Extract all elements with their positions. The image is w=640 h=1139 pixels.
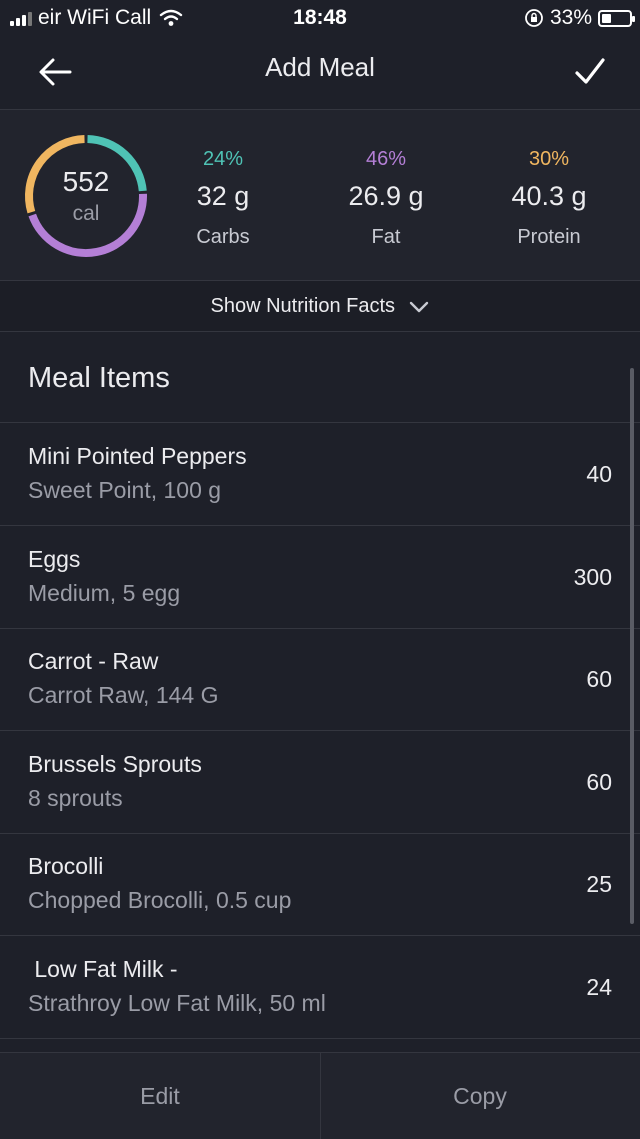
edit-button[interactable]: Edit — [0, 1053, 320, 1139]
checkmark-icon[interactable] — [572, 54, 608, 90]
item-detail: Sweet Point, 100 g — [28, 477, 222, 503]
fat-percent: 46% — [365, 148, 407, 170]
list-item[interactable]: Carrot - Raw Carrot Raw, 144 G 60 — [0, 628, 640, 731]
orientation-lock-icon — [525, 9, 543, 27]
item-calories: 60 — [586, 666, 612, 692]
list-item[interactable]: Eggs Medium, 5 egg 300 — [0, 526, 640, 629]
meal-items-heading: Meal Items — [28, 362, 170, 394]
list-item[interactable]: Brussels Sprouts 8 sprouts 60 — [0, 731, 640, 834]
carbs-value: 32 g — [196, 181, 250, 211]
item-name: Mini Pointed Peppers — [28, 443, 247, 469]
item-name: Carrot - Raw — [28, 648, 159, 674]
calorie-unit: cal — [72, 202, 100, 225]
item-calories: 300 — [573, 564, 612, 590]
item-calories: 25 — [586, 871, 612, 897]
nav-bar: Add Meal — [0, 36, 640, 110]
carbs-label: Carbs — [196, 226, 250, 248]
item-name: Low Fat Milk - — [28, 956, 178, 982]
battery-percent: 33% — [549, 6, 592, 29]
list-item[interactable]: Mini Pointed Peppers Sweet Point, 100 g … — [0, 423, 640, 526]
battery-icon — [598, 9, 635, 27]
macro-protein: 30% 40.3 g Protein — [469, 148, 629, 249]
item-detail: Medium, 5 egg — [28, 580, 181, 606]
item-name: Brocolli — [28, 853, 104, 879]
status-right: 33% — [524, 6, 635, 30]
protein-percent: 30% — [528, 148, 570, 170]
item-detail: Carrot Raw, 144 G — [28, 682, 219, 708]
item-name: Eggs — [28, 546, 81, 572]
chevron-down-icon — [410, 301, 429, 313]
nutrition-summary: 552 cal 24% 32 g Carbs 46% 26.9 g Fat 30… — [0, 110, 640, 281]
page-title: Add Meal — [265, 52, 375, 82]
fat-value: 26.9 g — [348, 181, 424, 211]
macro-fat: 46% 26.9 g Fat — [306, 148, 466, 249]
item-calories: 24 — [586, 974, 612, 1000]
item-name: Brussels Sprouts — [28, 751, 202, 777]
protein-label: Protein — [517, 226, 581, 248]
list-item[interactable]: Brocolli Chopped Brocolli, 0.5 cup 25 — [0, 833, 640, 936]
protein-value: 40.3 g — [511, 181, 587, 211]
item-detail: Strathroy Low Fat Milk, 50 ml — [28, 990, 326, 1016]
item-detail: 8 sprouts — [28, 785, 123, 811]
list-item[interactable]: Low Fat Milk - Strathroy Low Fat Milk, 5… — [0, 936, 640, 1039]
item-calories: 40 — [586, 461, 612, 487]
item-detail: Chopped Brocolli, 0.5 cup — [28, 887, 292, 913]
item-calories: 60 — [586, 769, 612, 795]
scrollbar[interactable] — [630, 368, 634, 924]
nutrition-facts-label: Show Nutrition Facts — [210, 295, 396, 317]
calorie-total: 552 — [62, 166, 110, 197]
fat-label: Fat — [371, 226, 401, 248]
carbs-percent: 24% — [202, 148, 244, 170]
bottom-toolbar: Edit Copy — [0, 1052, 640, 1139]
copy-button[interactable]: Copy — [320, 1053, 640, 1139]
status-bar: eir WiFi Call 18:48 33% — [0, 0, 640, 36]
macro-carbs: 24% 32 g Carbs — [143, 148, 303, 249]
show-nutrition-facts-button[interactable]: Show Nutrition Facts — [0, 281, 640, 332]
